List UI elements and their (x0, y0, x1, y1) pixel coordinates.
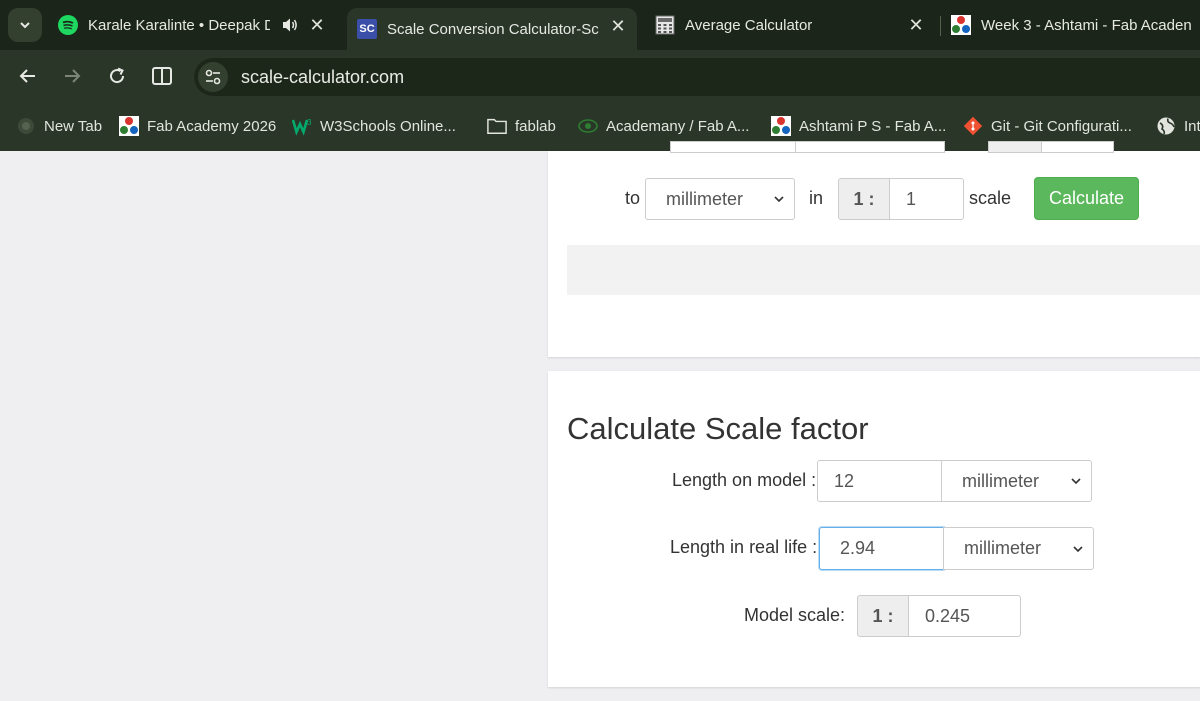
bookmark-new-tab[interactable]: New Tab (16, 114, 102, 138)
scale-prefix-addon: 1 : (838, 178, 890, 220)
bookmark-label: Int (1184, 117, 1200, 135)
chevron-down-icon (774, 196, 784, 203)
calculator-icon (655, 15, 675, 35)
tab-title: Average Calculator (685, 16, 813, 34)
in-label: in (809, 188, 824, 208)
back-arrow-icon (19, 69, 35, 83)
real-length-input[interactable]: 2.94 (819, 527, 944, 570)
tab-title: Week 3 - Ashtami - Fab Acaden (981, 16, 1192, 34)
model-unit-select[interactable]: millimeter (941, 460, 1092, 502)
bookmark-academany[interactable]: Academany / Fab A... (578, 114, 749, 138)
to-unit-value: millimeter (666, 188, 744, 209)
real-unit-value: millimeter (964, 538, 1042, 558)
split-view-button[interactable] (150, 64, 174, 88)
tab-scale-calculator[interactable]: SC Scale Conversion Calculator-Sca ✕ (347, 8, 637, 50)
new-tab-icon (16, 116, 36, 136)
tab-average-calculator[interactable]: Average Calculator ✕ (655, 8, 935, 42)
chevron-down-icon (1071, 478, 1081, 485)
bookmark-label: Fab Academy 2026 (147, 117, 277, 135)
bookmark-fablab-folder[interactable]: fablab (487, 114, 556, 138)
reload-button[interactable] (105, 64, 129, 88)
calculate-button[interactable]: Calculate (1034, 177, 1139, 220)
url-text: scale-calculator.com (241, 67, 405, 87)
scale-factor-heading: Calculate Scale factor (567, 411, 869, 446)
address-bar[interactable]: scale-calculator.com (194, 58, 1200, 96)
split-view-icon (152, 67, 172, 85)
model-scale-output[interactable]: 0.245 (908, 595, 1021, 637)
tab-title: Karale Karalinte • Deepak D (88, 16, 270, 34)
to-unit-select[interactable]: millimeter (645, 178, 795, 220)
scale-input[interactable]: 1 (889, 178, 964, 220)
tab-spotify[interactable]: Karale Karalinte • Deepak D ✕ (58, 8, 336, 42)
speaker-icon[interactable] (282, 17, 299, 33)
site-info-button[interactable] (198, 62, 228, 92)
back-button[interactable] (16, 64, 40, 88)
bookmark-label: New Tab (44, 117, 103, 135)
bookmark-w3schools[interactable]: 3 W3Schools Online... (292, 114, 456, 138)
bookmark-label: fablab (515, 117, 556, 135)
bookmark-ashtami[interactable]: Ashtami P S - Fab A... (771, 114, 946, 138)
tab-separator (940, 16, 941, 36)
spotify-icon (58, 15, 78, 35)
bookmark-label: Academany / Fab A... (606, 117, 750, 135)
scale-label: scale (969, 188, 1012, 208)
model-length-input[interactable]: 12 (817, 460, 942, 502)
real-unit-select[interactable]: millimeter (943, 527, 1094, 570)
bookmark-label: Git - Git Configurati... (991, 117, 1132, 135)
sc-favicon-icon: SC (357, 19, 377, 39)
bookmark-git[interactable]: Git - Git Configurati... (963, 114, 1132, 138)
forward-button[interactable] (60, 64, 84, 88)
to-label: to (625, 188, 641, 208)
tab-week3-ashtami[interactable]: Week 3 - Ashtami - Fab Acaden (951, 8, 1200, 42)
clipped-select-top[interactable] (795, 141, 945, 153)
tab-search-button[interactable] (8, 8, 42, 42)
browser-chrome: Karale Karalinte • Deepak D ✕ SC Scale C… (0, 0, 1200, 151)
close-tab-icon[interactable]: ✕ (308, 16, 326, 34)
fab-academy-icon (951, 15, 971, 35)
model-unit-value: millimeter (962, 470, 1040, 491)
globe-icon (1156, 116, 1176, 136)
clipped-addon-top (988, 141, 1042, 153)
real-length-label: Length in real life : (670, 537, 818, 557)
clipped-scale-input-top[interactable] (1041, 141, 1114, 153)
model-scale-label: Model scale: (744, 605, 846, 625)
model-length-label: Length on model : (672, 470, 817, 490)
tune-icon (205, 69, 221, 85)
fab-academy-icon (771, 116, 791, 136)
folder-icon (487, 116, 507, 136)
model-scale-prefix-addon: 1 : (857, 595, 909, 637)
bookmark-label: W3Schools Online... (320, 117, 456, 135)
tab-strip: Karale Karalinte • Deepak D ✕ SC Scale C… (0, 0, 1200, 50)
close-tab-icon[interactable]: ✕ (907, 16, 925, 34)
toolbar: scale-calculator.com (0, 50, 1200, 102)
fab-academy-icon (119, 116, 139, 136)
academany-icon (578, 116, 598, 136)
git-icon (963, 116, 983, 136)
bookmark-int[interactable]: Int (1156, 114, 1200, 138)
chevron-down-icon (20, 22, 30, 29)
conversion-result (567, 245, 1200, 295)
chevron-down-icon (1073, 545, 1083, 552)
close-tab-icon[interactable]: ✕ (609, 17, 627, 35)
bookmark-label: Ashtami P S - Fab A... (799, 117, 947, 135)
tab-title: Scale Conversion Calculator-Sca (387, 20, 599, 38)
clipped-input-top[interactable] (670, 141, 796, 153)
reload-icon (110, 67, 125, 84)
bookmark-fab-academy-2026[interactable]: Fab Academy 2026 (119, 114, 276, 138)
forward-arrow-icon (65, 69, 81, 83)
svg-text:3: 3 (307, 118, 312, 127)
w3schools-icon: 3 (292, 116, 312, 136)
